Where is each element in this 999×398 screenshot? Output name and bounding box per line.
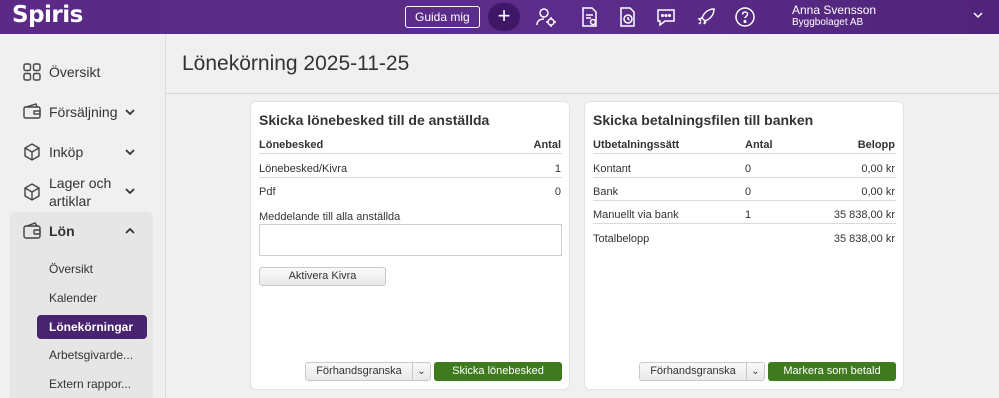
col-header-belopp: Belopp [857,139,895,151]
sidebar-sub-lonekorningar[interactable]: Lönekörningar [37,315,147,339]
table-divider [593,177,896,178]
message-label: Meddelande till alla anställda [259,211,401,223]
chevron-down-icon[interactable] [124,147,136,157]
sidebar-item-label: Inköp [49,144,84,160]
sidebar-item-forsaljning[interactable]: Försäljning [22,102,117,122]
user-name: Anna Svensson [792,3,877,17]
sidebar-sub-arbetsgivardeklaration[interactable]: Arbetsgivarde... [49,348,133,362]
payslip-card-title: Skicka lönebesked till de anställda [259,112,490,128]
grid-icon [23,63,41,81]
bank-file-card: Skicka betalningsfilen till banken Utbet… [584,101,904,390]
table-cell-count: 1 [745,209,752,221]
title-divider [166,93,999,94]
mark-as-paid-button[interactable]: Markera som betald [768,362,896,381]
box-icon [24,143,40,161]
sidebar-sub-oversikt[interactable]: Översikt [49,262,93,276]
table-cell-count: 0 [554,186,561,198]
preview-label: Förhandsgranska [316,365,402,377]
table-cell-amount: 35 838,00 kr [833,209,895,221]
sidebar-item-oversikt[interactable]: Översikt [22,62,100,82]
col-header-antal: Antal [533,139,562,151]
chat-icon[interactable] [655,6,677,28]
table-divider [593,200,896,201]
table-divider [593,153,896,154]
activate-kivra-button[interactable]: Aktivera Kivra [259,267,386,286]
preview-label: Förhandsgranska [650,365,736,377]
user-settings-icon[interactable] [535,6,557,28]
sidebar-item-lon[interactable]: Lön [22,221,75,241]
chevron-down-icon[interactable]: ⌄ [746,363,764,380]
bank-card-title: Skicka betalningsfilen till banken [593,112,814,128]
payroll-wallet-icon [23,222,41,239]
box-icon [24,183,40,201]
guide-button[interactable]: Guida mig [405,6,480,28]
col-header-lonebesked: Lönebesked [259,139,324,151]
table-cell-name: Lönebesked/Kivra [259,163,348,175]
logo[interactable]: Spiris [12,2,83,28]
sidebar-sub-kalender[interactable]: Kalender [49,291,97,305]
create-new-button[interactable]: + [488,3,520,31]
table-cell-amount: 0,00 kr [861,163,895,175]
table-divider [593,223,896,224]
chevron-down-icon[interactable] [973,10,983,20]
chevron-down-icon[interactable] [124,107,136,117]
help-icon[interactable] [734,6,756,28]
table-divider [259,153,562,154]
table-cell-count: 0 [745,186,752,198]
table-cell-name: Pdf [259,186,276,198]
sidebar-sub-extern-rapportering[interactable]: Extern rappor... [49,377,131,391]
table-cell-amount: 0,00 kr [861,186,895,198]
message-textarea[interactable] [259,224,562,256]
clock-document-icon[interactable] [616,6,638,28]
sidebar-item-inkop[interactable]: Inköp [22,142,83,162]
user-menu[interactable]: Anna Svensson Byggbolaget AB [792,3,876,29]
col-header-utbetalningssatt: Utbetalningssätt [593,139,680,151]
total-label: Totalbelopp [593,233,650,245]
table-cell-method: Kontant [593,163,631,175]
wallet-icon [23,103,41,119]
total-amount: 35 838,00 kr [833,233,895,245]
send-payslip-button[interactable]: Skicka lönebesked [434,362,562,381]
sidebar-item-label: Lön [49,223,75,239]
table-cell-count: 1 [554,163,561,175]
page-title: Lönekörning 2025-11-25 [182,52,410,75]
table-cell-count: 0 [745,163,752,175]
payslip-card: Skicka lönebesked till de anställda Löne… [250,101,570,390]
preview-button[interactable]: Förhandsgranska ⌄ [305,362,431,381]
table-cell-method: Bank [593,186,619,198]
sidebar-item-label: Översikt [49,64,101,80]
preview-button[interactable]: Förhandsgranska ⌄ [639,362,765,381]
sidebar-item-label: Försäljning [49,104,118,120]
chevron-down-icon[interactable]: ⌄ [412,363,430,380]
sidebar-item-label: Lager och artiklar [49,175,112,209]
top-bar: Spiris Guida mig + Anna Svensson Byggbol… [0,0,999,34]
sidebar: Översikt Försäljning Inköp Lager och art… [0,34,166,398]
document-settings-icon[interactable] [578,6,600,28]
table-divider [259,177,562,178]
chevron-up-icon[interactable] [124,226,136,236]
rocket-icon[interactable] [695,6,717,28]
sidebar-item-lager[interactable]: Lager och artiklar [22,174,119,210]
col-header-antal: Antal [745,139,773,151]
chevron-down-icon[interactable] [124,186,136,196]
company-name: Byggbolaget AB [792,17,864,28]
table-cell-method: Manuellt via bank [593,209,679,221]
